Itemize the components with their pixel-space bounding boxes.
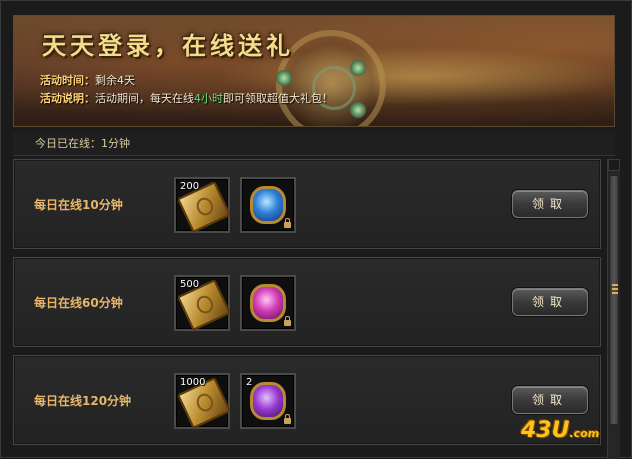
item-count: 500: [180, 279, 200, 290]
watermark-main: 43U: [521, 418, 570, 443]
scrollbar-thumb[interactable]: [609, 175, 619, 425]
item-count: 2: [246, 377, 253, 388]
reward-row: 每日在线120分钟 1000 2 领取: [13, 355, 601, 445]
reward-item-slot[interactable]: 200: [174, 177, 232, 234]
claim-button[interactable]: 领取: [512, 288, 588, 316]
grip-icon: [612, 284, 618, 294]
blue-gem-bag-icon: [250, 186, 286, 224]
purple-gem-bag-icon: [250, 382, 286, 420]
claim-button[interactable]: 领取: [512, 386, 588, 414]
event-banner: 天天登录，在线送礼 活动时间：剩余4天 活动说明：活动期间，每天在线4小时即可领…: [13, 15, 615, 127]
event-desc-text: 活动期间，每天在线: [95, 92, 194, 105]
site-watermark: 43U.com: [521, 418, 599, 443]
event-time-label: 活动时间：: [40, 74, 95, 87]
scrollbar[interactable]: [607, 159, 620, 459]
pink-gem-bag-icon: [250, 284, 286, 322]
event-time-value: 剩余4天: [95, 74, 135, 87]
reward-item-slot[interactable]: [240, 177, 296, 233]
reward-item-slot[interactable]: 2: [240, 373, 296, 429]
reward-item-slot[interactable]: 1000: [174, 373, 232, 430]
scroll-up-icon[interactable]: [608, 159, 620, 171]
banner-orb: [350, 60, 366, 76]
event-desc-row: 活动说明：活动期间，每天在线4小时即可领取超值大礼包！: [40, 90, 333, 106]
banner-title: 天天登录，在线送礼: [42, 32, 294, 60]
reward-panel: 天天登录，在线送礼 活动时间：剩余4天 活动说明：活动期间，每天在线4小时即可领…: [0, 0, 632, 459]
lock-icon: [284, 218, 291, 228]
reward-item-slot[interactable]: 500: [174, 275, 232, 332]
event-desc-highlight: 4小时: [194, 92, 223, 105]
event-desc-text-end: 即可领取超值大礼包！: [223, 92, 333, 105]
claim-button[interactable]: 领取: [512, 190, 588, 218]
item-count: 1000: [180, 377, 206, 388]
event-time-row: 活动时间：剩余4天: [40, 72, 135, 88]
lock-icon: [284, 316, 291, 326]
reward-list: 每日在线10分钟 200 领取 每日在线60分钟 500 领取 每日在线120分…: [13, 159, 603, 459]
reward-row: 每日在线10分钟 200 领取: [13, 159, 601, 249]
banner-orb: [350, 102, 366, 118]
lock-icon: [284, 414, 291, 424]
item-count: 200: [180, 181, 200, 192]
reward-condition-label: 每日在线10分钟: [34, 198, 123, 212]
reward-row: 每日在线60分钟 500 领取: [13, 257, 601, 347]
online-time-status: 今日已在线：1分钟: [13, 132, 615, 156]
reward-item-slot[interactable]: [240, 275, 296, 331]
watermark-suffix: .com: [569, 427, 600, 440]
event-desc-label: 活动说明：: [40, 92, 95, 105]
banner-orb: [276, 70, 292, 86]
reward-condition-label: 每日在线120分钟: [34, 394, 132, 408]
reward-condition-label: 每日在线60分钟: [34, 296, 123, 310]
